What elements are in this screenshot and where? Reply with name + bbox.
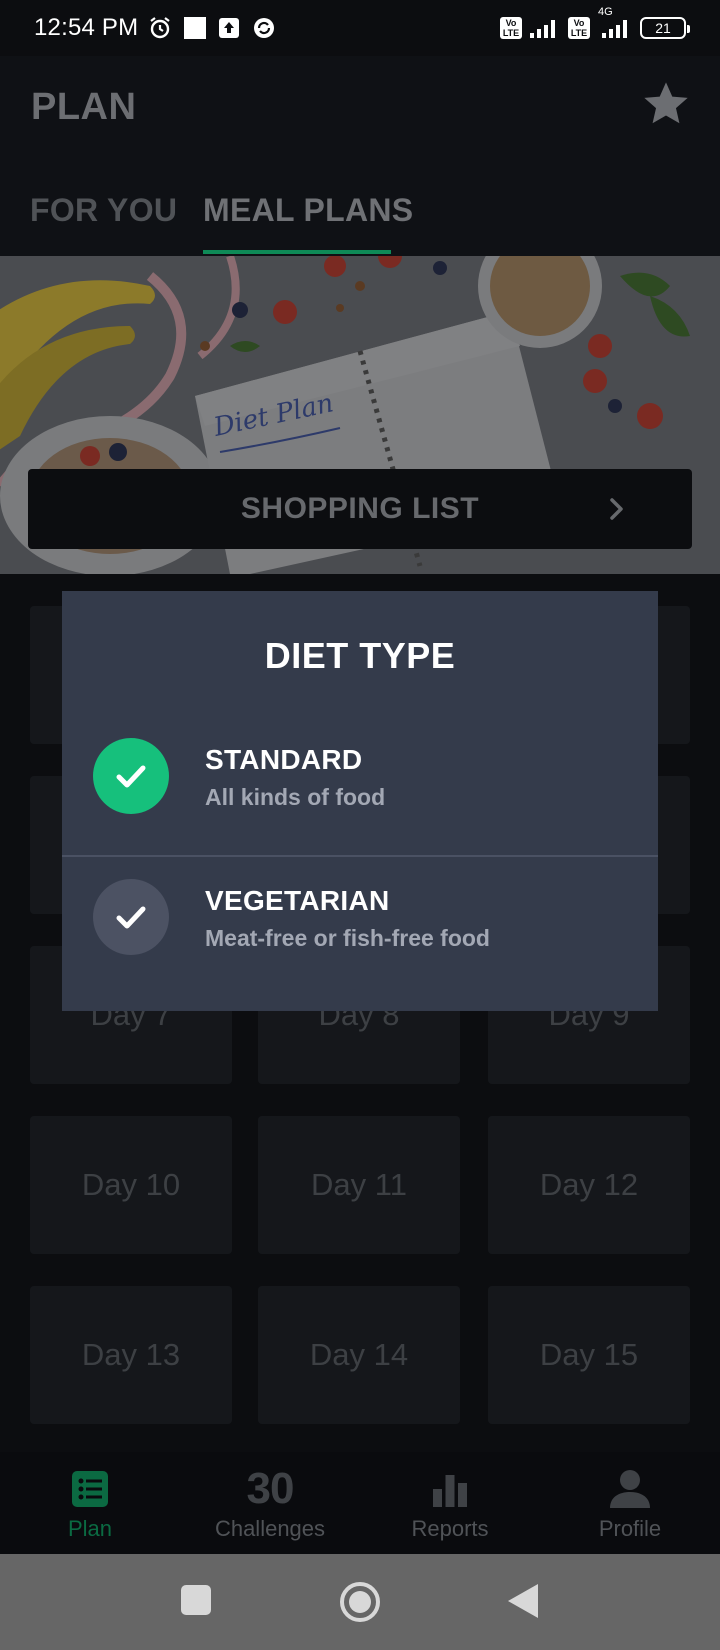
tab-active-indicator	[203, 250, 391, 254]
battery-icon: 21	[640, 17, 690, 39]
nav-item-challenges[interactable]: 30 Challenges	[180, 1452, 360, 1554]
system-nav-bar	[0, 1554, 720, 1650]
person-icon	[608, 1466, 652, 1512]
signal-icon	[530, 18, 560, 38]
status-icons-left	[148, 16, 276, 40]
dialog-title: DIET TYPE	[264, 635, 456, 676]
bottom-nav: Plan 30 Challenges Reports Profile	[0, 1452, 720, 1554]
app-bar: PLAN	[0, 56, 720, 156]
signal-4g-icon: 4G	[598, 6, 632, 38]
volte-badge: Vo LTE	[500, 17, 522, 39]
day-card[interactable]: Day 15	[488, 1286, 690, 1424]
back-icon[interactable]	[506, 1582, 540, 1625]
diet-option-standard[interactable]: STANDARD All kinds of food	[62, 716, 658, 856]
shopping-list-label: SHOPPING LIST	[240, 492, 480, 525]
recent-apps-icon[interactable]	[180, 1584, 212, 1621]
volte-badge-2: Vo LTE	[568, 17, 590, 39]
hero-banner: Diet Plan SHOPPING LIST	[0, 256, 720, 574]
day-label: Day 13	[81, 1337, 181, 1372]
shopping-list-button[interactable]: SHOPPING LIST	[28, 469, 692, 549]
day-label: Day 12	[539, 1167, 639, 1202]
day-card[interactable]: Day 14	[258, 1286, 460, 1424]
plan-list-icon	[70, 1466, 110, 1512]
option-title: STANDARD	[205, 744, 363, 775]
page-title: PLAN	[31, 86, 137, 128]
status-time: 12:54 PM	[34, 14, 139, 41]
square-notification-icon	[184, 17, 207, 39]
bar-chart-icon	[430, 1466, 470, 1512]
diet-option-vegetarian[interactable]: VEGETARIAN Meat-free or fish-free food	[62, 857, 658, 997]
day-card[interactable]: Day 13	[30, 1286, 232, 1424]
day-card[interactable]: Day 10	[30, 1116, 232, 1254]
option-subtitle: Meat-free or fish-free food	[205, 925, 490, 951]
tab-bar: FOR YOU MEAL PLANS	[0, 156, 720, 256]
home-icon[interactable]	[338, 1580, 382, 1629]
nav-label: Plan	[67, 1516, 113, 1541]
status-icons-right: Vo LTE Vo LTE 4G 21	[500, 6, 690, 39]
challenges-30-icon: 30	[246, 1464, 295, 1513]
tab-for-you[interactable]: FOR YOU	[30, 192, 177, 229]
nav-item-profile[interactable]: Profile	[540, 1452, 720, 1554]
sync-icon	[252, 16, 276, 40]
nav-item-plan[interactable]: Plan	[0, 1452, 180, 1554]
nav-item-reports[interactable]: Reports	[360, 1452, 540, 1554]
star-icon[interactable]	[640, 78, 692, 130]
challenges-number: 30	[246, 1464, 295, 1513]
upload-icon	[218, 17, 240, 39]
day-card[interactable]: Day 11	[258, 1116, 460, 1254]
day-label: Day 14	[309, 1337, 409, 1372]
option-title: VEGETARIAN	[205, 885, 390, 916]
day-label: Day 15	[539, 1337, 639, 1372]
day-label: Day 10	[81, 1167, 181, 1202]
alarm-icon	[148, 16, 172, 40]
day-card[interactable]: Day 12	[488, 1116, 690, 1254]
nav-label: Challenges	[214, 1516, 326, 1541]
tab-meal-plans[interactable]: MEAL PLANS	[203, 192, 413, 229]
check-selected-icon	[93, 738, 169, 814]
check-unselected-icon	[93, 879, 169, 955]
option-subtitle: All kinds of food	[205, 784, 386, 810]
nav-label: Reports	[411, 1516, 489, 1541]
diet-type-dialog: DIET TYPE STANDARD All kinds of food VEG…	[62, 591, 658, 1011]
day-label: Day 11	[311, 1167, 407, 1202]
nav-label: Profile	[598, 1516, 662, 1541]
chevron-right-icon	[602, 495, 630, 523]
network-type-label: 4G	[598, 6, 613, 18]
status-bar: 12:54 PM Vo LTE Vo LTE 4G 21	[0, 0, 720, 56]
